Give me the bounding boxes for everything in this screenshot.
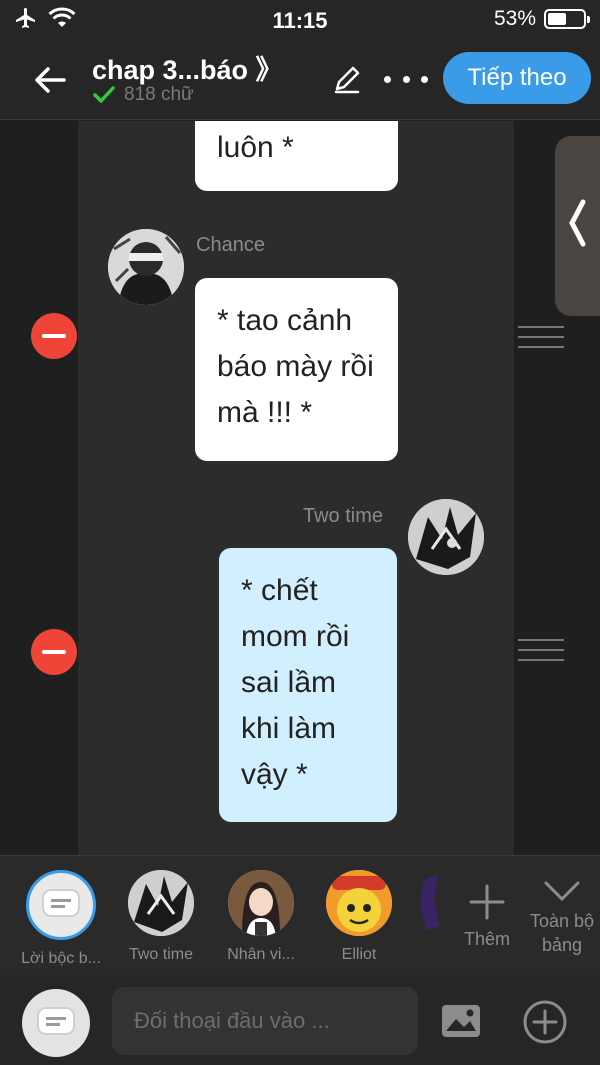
add-label: Thêm: [463, 929, 510, 949]
drag-handle-icon[interactable]: [518, 326, 564, 348]
more-options-icon[interactable]: [384, 64, 428, 94]
character-narrator[interactable]: Lời bộc b...: [16, 870, 106, 968]
chevron-down-icon: [544, 881, 580, 902]
character-avatar: [414, 870, 444, 936]
status-bar: 11:15 53%: [0, 0, 600, 40]
header: chap 3...báo 》 818 chữ Tiếp theo: [0, 40, 600, 120]
message-text: luôn *: [217, 131, 294, 164]
next-button[interactable]: Tiếp theo: [443, 52, 591, 104]
character-nhan-vien[interactable]: Nhân vi...: [216, 870, 306, 964]
story-title[interactable]: chap 3...báo 》: [92, 48, 283, 87]
plus-icon: [469, 884, 505, 920]
speaker-name: Chance: [196, 234, 265, 256]
message-bubble[interactable]: luôn *: [195, 121, 398, 191]
character-bar: Lời bộc b... Two time Nhân vi... Elliot …: [0, 855, 600, 975]
status-right: 53%: [493, 7, 590, 31]
check-icon: [93, 86, 115, 103]
back-arrow-icon[interactable]: [30, 60, 70, 100]
character-label: Two time: [128, 946, 193, 963]
character-label: Nhân vi...: [227, 946, 295, 963]
remove-message-button[interactable]: [31, 629, 77, 675]
message-icon: [37, 1007, 75, 1035]
character-avatar: [228, 870, 294, 936]
chevron-left-icon: [569, 199, 586, 247]
drag-handle-icon[interactable]: [518, 639, 564, 661]
input-bar: [0, 975, 600, 1065]
dialogue-input[interactable]: [112, 987, 418, 1055]
character-avatar: [128, 870, 194, 936]
battery-icon: [544, 9, 590, 29]
message-bubble[interactable]: * tao cảnh báo mày rồi mà !!! *: [195, 278, 398, 461]
remove-message-button[interactable]: [31, 313, 77, 359]
message-text: * chết mom rồi sai lầm khi làm vậy *: [241, 574, 350, 791]
character-elliot[interactable]: Elliot: [314, 870, 404, 964]
message-bubble[interactable]: * chết mom rồi sai lầm khi làm vậy *: [219, 548, 397, 822]
message-text: * tao cảnh báo mày rồi mà !!! *: [217, 304, 374, 429]
full-board-label: Toàn bộ bảng: [529, 911, 595, 955]
character-avatar: [326, 870, 392, 936]
character-label: Elliot: [341, 946, 377, 963]
speaker-name: Two time: [303, 505, 384, 527]
avatar-two-time[interactable]: [408, 499, 484, 575]
narrator-avatar: [26, 870, 96, 940]
battery-percent: 53%: [493, 7, 536, 30]
image-icon[interactable]: [440, 1003, 482, 1039]
avatar-chance[interactable]: [108, 229, 184, 305]
chat-area: luôn * Chance * tao cảnh báo mày rồi mà …: [0, 121, 600, 855]
narrator-toggle-button[interactable]: [22, 989, 90, 1057]
side-panel-toggle[interactable]: [555, 136, 600, 316]
character-partial[interactable]: [414, 870, 444, 936]
character-label: Lời bộc b...: [21, 950, 101, 967]
add-circle-icon[interactable]: [522, 999, 568, 1045]
character-two-time[interactable]: Two time: [116, 870, 206, 964]
word-count-row: 818 chữ: [92, 84, 194, 106]
pencil-icon[interactable]: [330, 62, 364, 96]
add-character-button[interactable]: Thêm: [458, 882, 516, 951]
full-board-button[interactable]: Toàn bộ bảng: [522, 878, 600, 957]
word-count: 818 chữ: [124, 84, 194, 105]
message-icon: [42, 889, 80, 917]
